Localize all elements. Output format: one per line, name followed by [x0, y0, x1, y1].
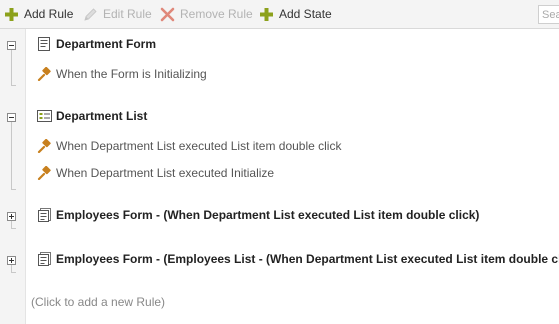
form-icon	[38, 37, 50, 51]
add-rule-button[interactable]: Add Rule	[4, 0, 73, 28]
tree-connector-end	[11, 228, 16, 229]
collapse-toggle[interactable]	[7, 41, 16, 50]
state-department-form[interactable]: Department Form	[37, 37, 156, 51]
event-label: When the Form is Initializing	[56, 67, 207, 81]
state-employees-form[interactable]: Employees Form - (When Department List e…	[37, 208, 479, 222]
x-icon	[160, 7, 175, 21]
state-title: Department Form	[56, 37, 157, 51]
state-department-list[interactable]: Department List	[37, 109, 147, 123]
expand-toggle[interactable]	[7, 212, 16, 221]
search-input[interactable]	[538, 5, 559, 24]
tree-connector	[11, 265, 12, 272]
state-title: Employees Form - (When Department List e…	[56, 208, 480, 222]
rule-event[interactable]: When the Form is Initializing	[37, 67, 207, 81]
remove-rule-label: Remove Rule	[180, 7, 253, 21]
remove-rule-button[interactable]: Remove Rule	[160, 0, 253, 28]
edit-rule-button[interactable]: Edit Rule	[83, 0, 152, 28]
event-label: When Department List executed Initialize	[56, 166, 275, 180]
gavel-icon	[37, 166, 51, 180]
rules-toolbar: Add Rule Edit Rule Remove Rule Add State	[0, 0, 559, 29]
tree-connector	[11, 50, 12, 85]
tree-connector	[11, 221, 12, 228]
add-state-button[interactable]: Add State	[259, 0, 332, 28]
tree-connector-end	[11, 189, 16, 190]
subform-icon	[38, 208, 51, 222]
tree-connector-end	[11, 272, 16, 273]
plus-icon	[260, 7, 273, 21]
add-new-rule-link[interactable]: (Click to add a new Rule)	[31, 295, 165, 309]
event-label: When Department List executed List item …	[56, 139, 342, 153]
pencil-icon	[84, 7, 97, 21]
gavel-icon	[37, 139, 51, 153]
tree-connector-end	[11, 85, 16, 86]
state-employees-form-nested[interactable]: Employees Form - (Employees List - (When…	[37, 252, 559, 266]
gavel-icon	[37, 67, 51, 81]
rule-event[interactable]: When Department List executed List item …	[37, 139, 341, 153]
state-title: Employees Form - (Employees List - (When…	[56, 252, 559, 266]
tree-connector	[11, 122, 12, 189]
expand-toggle[interactable]	[7, 256, 16, 265]
collapse-toggle[interactable]	[7, 113, 16, 122]
list-icon	[37, 110, 52, 122]
add-state-label: Add State	[279, 7, 332, 21]
plus-icon	[5, 7, 18, 21]
subform-icon	[38, 252, 51, 266]
add-rule-label: Add Rule	[24, 7, 74, 21]
state-title: Department List	[56, 109, 148, 123]
rule-event[interactable]: When Department List executed Initialize	[37, 166, 274, 180]
tree-gutter	[0, 29, 26, 324]
edit-rule-label: Edit Rule	[103, 7, 152, 21]
